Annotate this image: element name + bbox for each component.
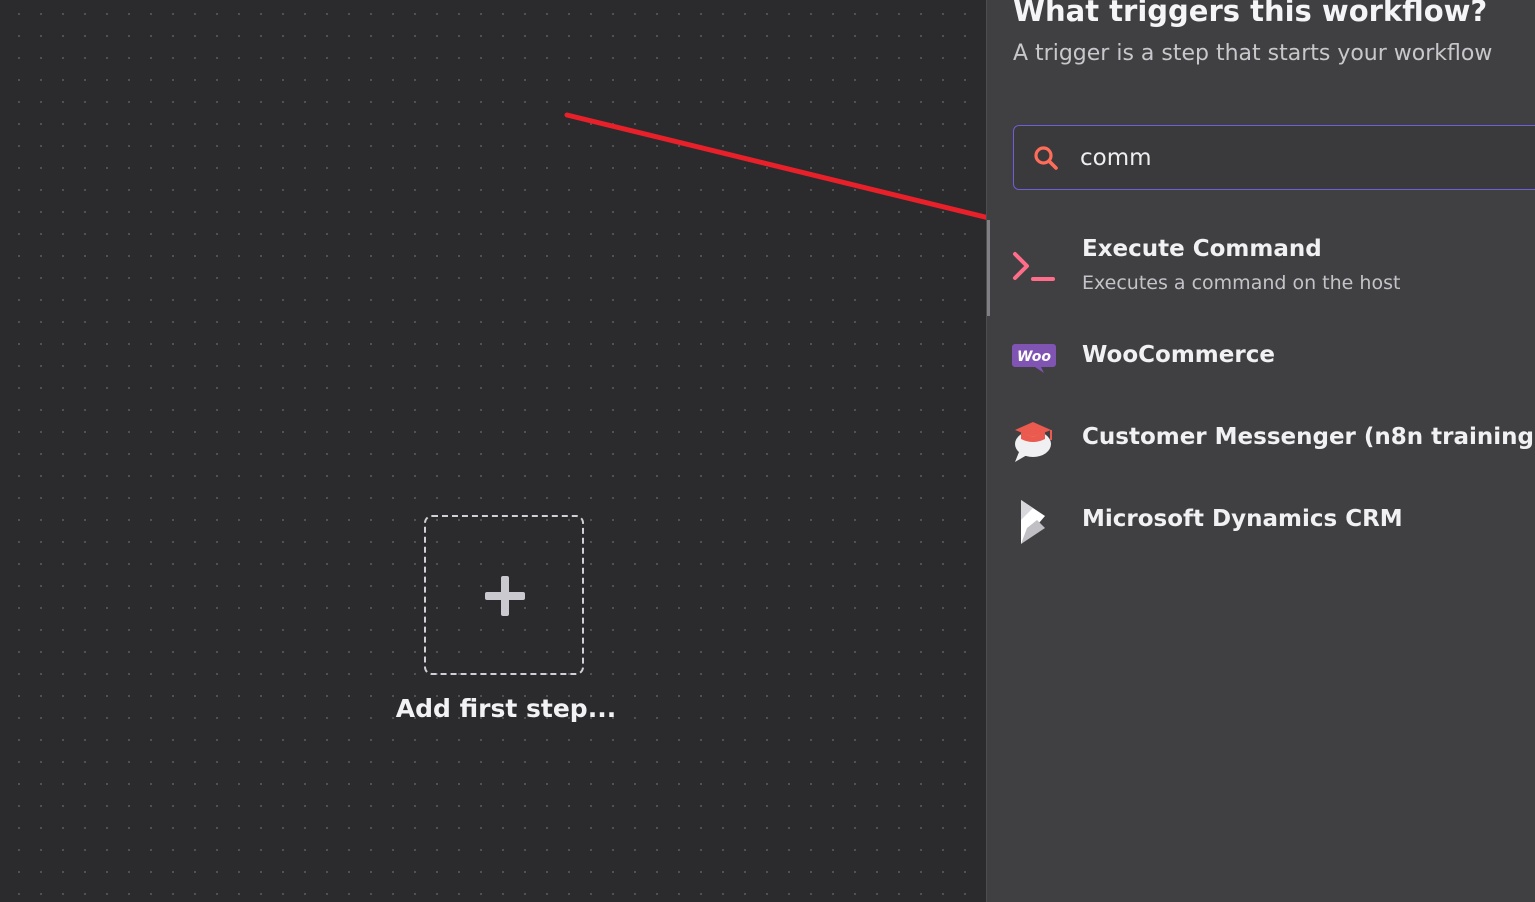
- node-item-microsoft-dynamics-crm[interactable]: Microsoft Dynamics CRM: [987, 492, 1535, 552]
- node-title: Customer Messenger (n8n training): [1082, 424, 1535, 450]
- workflow-canvas[interactable]: Add first step...: [0, 0, 986, 902]
- woocommerce-icon: Woo: [1012, 344, 1056, 373]
- customer-messenger-icon: [1015, 422, 1052, 462]
- node-title: Microsoft Dynamics CRM: [1082, 506, 1403, 532]
- trigger-panel: What triggers this workflow? A trigger i…: [986, 0, 1535, 902]
- node-description: Executes a command on the host: [1082, 272, 1401, 294]
- search-box[interactable]: [1013, 125, 1535, 190]
- search-icon: [1034, 146, 1058, 170]
- plus-icon: [485, 576, 525, 616]
- node-item-woocommerce[interactable]: Woo WooCommerce: [987, 328, 1535, 388]
- node-item-execute-command[interactable]: Execute Command Executes a command on th…: [987, 220, 1535, 316]
- terminal-icon: [1013, 252, 1055, 281]
- node-title: WooCommerce: [1082, 342, 1275, 368]
- panel-title: What triggers this workflow?: [1013, 0, 1488, 28]
- svg-text:Woo: Woo: [1017, 349, 1051, 365]
- panel-subtitle: A trigger is a step that starts your wor…: [1013, 41, 1493, 66]
- add-first-step-button[interactable]: [424, 515, 584, 675]
- add-first-step-label: Add first step...: [395, 694, 617, 723]
- node-title: Execute Command: [1082, 236, 1322, 262]
- search-input[interactable]: [1080, 136, 1500, 180]
- node-item-customer-messenger[interactable]: Customer Messenger (n8n training): [987, 410, 1535, 470]
- microsoft-dynamics-icon: [1021, 500, 1045, 544]
